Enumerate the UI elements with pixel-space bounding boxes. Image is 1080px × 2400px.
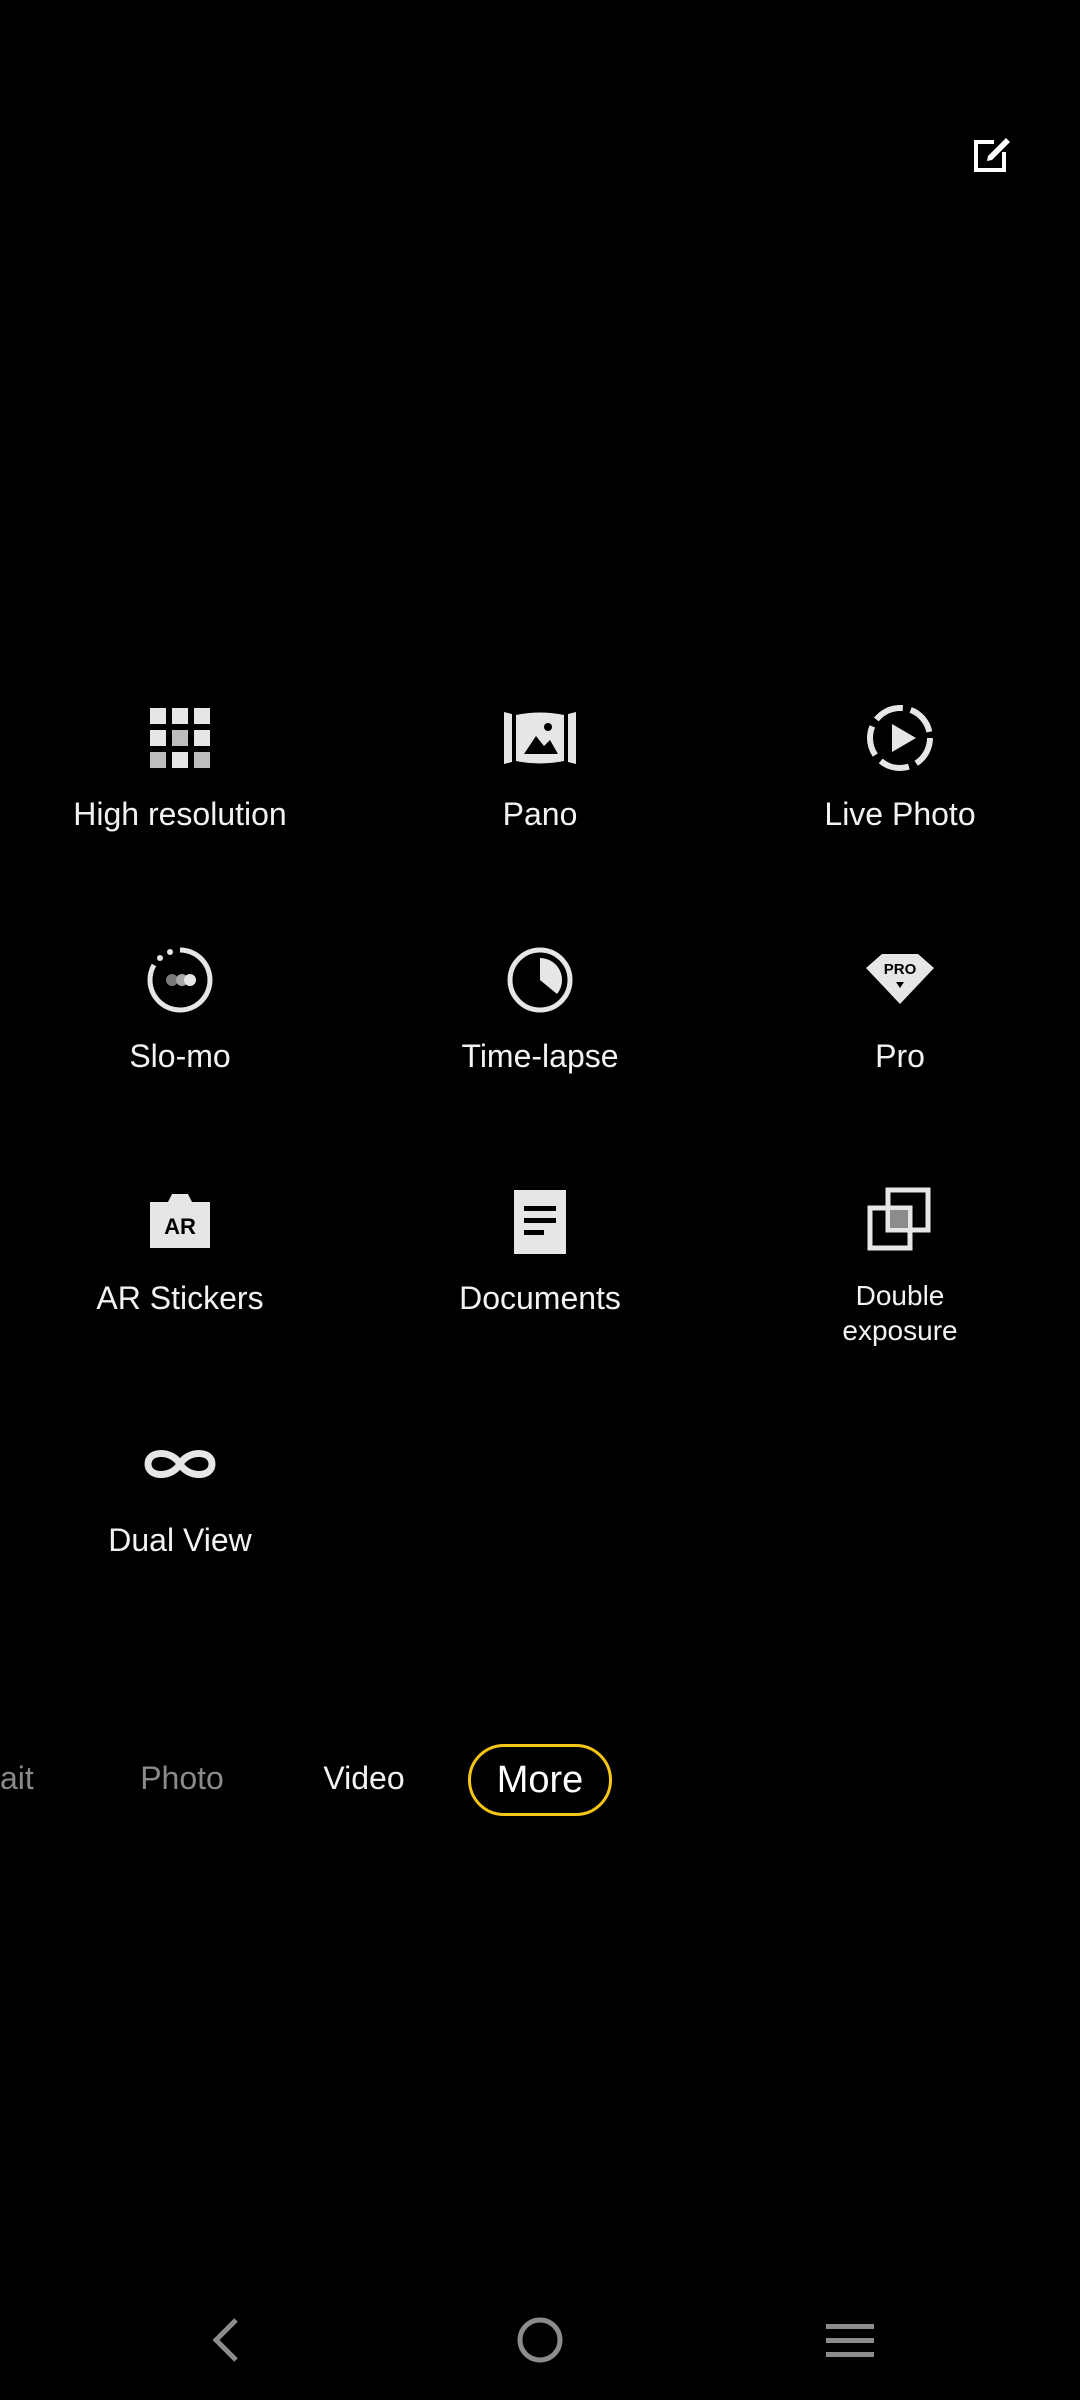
mode-label: Time-lapse xyxy=(461,1038,619,1074)
mode-pro[interactable]: PRO Pro xyxy=(720,922,1080,1142)
home-icon xyxy=(517,2317,563,2363)
svg-text:AR: AR xyxy=(164,1214,196,1239)
ar-stickers-icon: AR xyxy=(150,1194,210,1248)
mode-slo-mo[interactable]: Slo-mo xyxy=(0,922,360,1142)
mode-label: Live Photo xyxy=(824,796,976,832)
live-photo-icon xyxy=(867,705,933,771)
mode-label: Documents xyxy=(459,1280,621,1316)
mode-label: Slo-mo xyxy=(129,1038,231,1074)
mode-tab-label: More xyxy=(496,1758,584,1801)
mode-pano[interactable]: Pano xyxy=(360,680,720,900)
mode-tab-more[interactable]: More xyxy=(468,1744,612,1816)
mode-tab-video[interactable]: Video xyxy=(304,1738,424,1818)
double-exposure-icon xyxy=(867,1187,931,1251)
mode-label: Pro xyxy=(875,1038,925,1074)
menu-button[interactable] xyxy=(800,2300,900,2380)
pro-icon: PRO xyxy=(866,954,934,1004)
mode-label: Dual View xyxy=(108,1522,252,1558)
mode-double-exposure[interactable]: Double exposure xyxy=(720,1164,1080,1384)
back-icon xyxy=(212,2318,238,2362)
mode-tab-label: Video xyxy=(323,1759,405,1796)
camera-mode-bar: ait Photo Video More xyxy=(0,1738,1080,1818)
slo-mo-icon xyxy=(147,947,213,1013)
dual-view-icon xyxy=(144,1450,216,1478)
mode-ar-stickers[interactable]: AR AR Stickers xyxy=(0,1164,360,1384)
time-lapse-icon xyxy=(507,947,573,1013)
mode-high-resolution[interactable]: High resolution xyxy=(0,680,360,900)
mode-documents[interactable]: Documents xyxy=(360,1164,720,1384)
mode-tab-label: ait xyxy=(0,1759,34,1796)
mode-label: Pano xyxy=(502,796,578,832)
back-button[interactable] xyxy=(178,2300,278,2380)
documents-icon xyxy=(514,1190,566,1254)
mode-live-photo[interactable]: Live Photo xyxy=(720,680,1080,900)
mode-tab-portrait[interactable]: ait xyxy=(0,1738,50,1818)
menu-icon xyxy=(826,2324,874,2357)
mode-time-lapse[interactable]: Time-lapse xyxy=(360,922,720,1142)
mode-dual-view[interactable]: Dual View xyxy=(0,1406,360,1626)
svg-text:PRO: PRO xyxy=(884,961,917,978)
edit-icon xyxy=(974,138,1010,172)
high-resolution-icon xyxy=(150,708,210,768)
mode-label: High resolution xyxy=(73,796,287,832)
pano-icon xyxy=(504,712,576,764)
mode-label: Double exposure xyxy=(842,1280,958,1346)
mode-tab-photo[interactable]: Photo xyxy=(122,1738,242,1818)
home-button[interactable] xyxy=(490,2300,590,2380)
mode-tab-label: Photo xyxy=(140,1759,224,1796)
mode-label: AR Stickers xyxy=(96,1280,264,1316)
edit-button[interactable] xyxy=(950,112,1034,196)
system-nav-bar xyxy=(0,2300,1080,2380)
